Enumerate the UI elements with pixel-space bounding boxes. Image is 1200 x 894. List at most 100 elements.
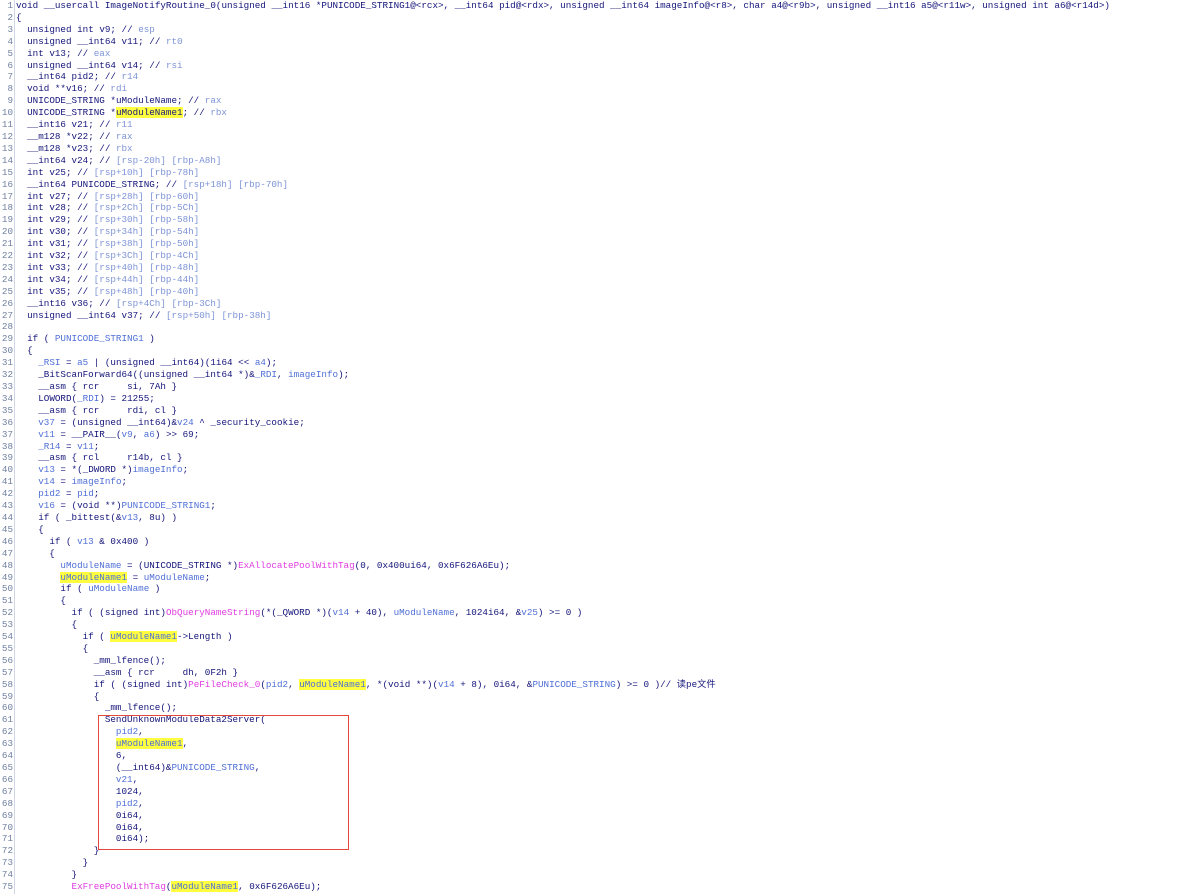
code-line[interactable]: 8 void **v16; // rdi [0, 83, 1200, 95]
code-text[interactable]: v14 = imageInfo; [16, 476, 127, 488]
code-line[interactable]: 34 LOWORD(_RDI) = 21255; [0, 393, 1200, 405]
code-text[interactable]: if ( uModuleName ) [16, 583, 160, 595]
code-text[interactable]: unsigned __int64 v11; // rt0 [16, 36, 182, 48]
highlighted-identifier[interactable]: uModuleName1 [115, 738, 183, 750]
code-line[interactable]: 42 pid2 = pid; [0, 488, 1200, 500]
variable-name[interactable]: v11 [77, 441, 94, 452]
code-line[interactable]: 7 __int64 pid2; // r14 [0, 71, 1200, 83]
code-text[interactable]: int v34; // [rsp+44h] [rbp-44h] [16, 274, 199, 286]
variable-name[interactable]: PUNICODE_STRING1 [321, 0, 410, 11]
code-line[interactable]: 60 _mm_lfence(); [0, 702, 1200, 714]
api-function-name[interactable]: ExAllocatePoolWithTag [238, 560, 355, 571]
code-text[interactable]: v37 = (unsigned __int64)&v24 ^ _security… [16, 417, 305, 429]
code-line[interactable]: 28 [0, 321, 1200, 333]
code-text[interactable]: int v29; // [rsp+30h] [rbp-58h] [16, 214, 199, 226]
code-text[interactable]: v16 = (void **)PUNICODE_STRING1; [16, 500, 216, 512]
code-text[interactable]: void **v16; // rdi [16, 83, 127, 95]
code-text[interactable]: pid2, [16, 726, 144, 738]
code-line[interactable]: 61 SendUnknownModuleData2Server( [0, 714, 1200, 726]
api-function-name[interactable]: ExFreePoolWithTag [72, 881, 166, 892]
code-text[interactable]: { [16, 524, 44, 536]
code-text[interactable]: int v27; // [rsp+28h] [rbp-60h] [16, 191, 199, 203]
variable-name[interactable]: uModuleName [394, 607, 455, 618]
variable-name[interactable]: v14 [438, 679, 455, 690]
variable-name[interactable]: pid2 [116, 798, 138, 809]
highlighted-identifier[interactable]: uModuleName1 [171, 881, 239, 893]
code-text[interactable]: 0i64, [16, 822, 144, 834]
code-text[interactable]: if ( v13 & 0x400 ) [16, 536, 149, 548]
code-line[interactable]: 57 __asm { rcr dh, 0F2h } [0, 667, 1200, 679]
variable-name[interactable]: a6 [144, 429, 155, 440]
code-text[interactable]: _mm_lfence(); [16, 655, 166, 667]
code-text[interactable]: v13 = *(_DWORD *)imageInfo; [16, 464, 188, 476]
code-text[interactable]: __asm { rcr rdi, cl } [16, 405, 177, 417]
variable-name[interactable]: uModuleName [88, 583, 149, 594]
code-line[interactable]: 38 _R14 = v11; [0, 441, 1200, 453]
code-line[interactable]: 62 pid2, [0, 726, 1200, 738]
variable-name[interactable]: v14 [333, 607, 350, 618]
code-line[interactable]: 73 } [0, 857, 1200, 869]
code-line[interactable]: 24 int v34; // [rsp+44h] [rbp-44h] [0, 274, 1200, 286]
variable-name[interactable]: v29 [49, 214, 66, 225]
code-text[interactable]: v11 = __PAIR__(v9, a6) >> 69; [16, 429, 199, 441]
code-text[interactable]: __asm { rcl r14b, cl } [16, 452, 182, 464]
code-line[interactable]: 27 unsigned __int64 v37; // [rsp+50h] [r… [0, 310, 1200, 322]
variable-name[interactable]: a4 [255, 357, 266, 368]
variable-name[interactable]: v14 [122, 60, 139, 71]
code-text[interactable]: uModuleName = (UNICODE_STRING *)ExAlloca… [16, 560, 510, 572]
variable-name[interactable]: v37 [38, 417, 55, 428]
code-text[interactable]: { [16, 691, 100, 703]
variable-name[interactable]: a6 [1054, 0, 1065, 11]
variable-name[interactable]: v24 [177, 417, 194, 428]
code-line[interactable]: 52 if ( (signed int) ObQueryNameString(*(… [0, 607, 1200, 619]
code-line[interactable]: 29 if ( PUNICODE_STRING1 ) [0, 333, 1200, 345]
code-line[interactable]: 66 v21, [0, 774, 1200, 786]
code-line[interactable]: 4 unsigned __int64 v11; // rt0 [0, 36, 1200, 48]
code-line[interactable]: 72 } [0, 845, 1200, 857]
variable-name[interactable]: v36 [72, 298, 89, 309]
variable-name[interactable]: v13 [77, 536, 94, 547]
variable-name[interactable]: PUNICODE_STRING [72, 179, 155, 190]
code-line[interactable]: 41 v14 = imageInfo; [0, 476, 1200, 488]
code-text[interactable]: } [16, 857, 89, 869]
code-line[interactable]: 26 __int16 v36; // [rsp+4Ch] [rbp-3Ch] [0, 298, 1200, 310]
code-line[interactable]: 6 unsigned __int64 v14; // rsi [0, 60, 1200, 72]
code-line[interactable]: 74 } [0, 869, 1200, 881]
variable-name[interactable]: v16 [38, 500, 55, 511]
variable-name[interactable]: v21 [72, 119, 89, 130]
variable-name[interactable]: pid [77, 488, 94, 499]
code-text[interactable]: __int64 v24; // [rsp-20h] [rbp-A8h] [16, 155, 221, 167]
variable-name[interactable]: v35 [49, 286, 66, 297]
code-text[interactable]: unsigned __int64 v37; // [rsp+50h] [rbp-… [16, 310, 271, 322]
code-line[interactable]: 64 6, [0, 750, 1200, 762]
code-line[interactable]: 58 if ( (signed int)PeFileCheck_0(pid2, … [0, 678, 1200, 691]
variable-name[interactable]: _RSI [38, 357, 60, 368]
variable-name[interactable]: v37 [122, 310, 139, 321]
code-text[interactable]: int v30; // [rsp+34h] [rbp-54h] [16, 226, 199, 238]
function-name[interactable]: SendUnknownModuleData2Server [105, 714, 260, 725]
code-text[interactable]: UNICODE_STRING *uModuleName; // rax [16, 95, 221, 107]
code-line[interactable]: 2{ [0, 12, 1200, 24]
code-text[interactable]: __int64 PUNICODE_STRING; // [rsp+18h] [r… [16, 179, 288, 191]
code-text[interactable]: { [16, 619, 78, 631]
variable-name[interactable]: v23 [72, 143, 89, 154]
code-text[interactable]: _RSI = a5 | (unsigned __int64)(1i64 << a… [16, 357, 277, 369]
code-text[interactable]: if ( _bittest(&v13, 8u) ) [16, 512, 177, 524]
variable-name[interactable]: v27 [49, 191, 66, 202]
code-line[interactable]: 10 UNICODE_STRING *uModuleName1; // rbx [0, 107, 1200, 119]
code-text[interactable]: 0i64, [16, 810, 144, 822]
variable-name[interactable]: v16 [66, 83, 83, 94]
variable-name[interactable]: PUNICODE_STRING [171, 762, 254, 773]
code-text[interactable]: unsigned __int64 v14; // rsi [16, 60, 182, 72]
code-text[interactable]: int v13; // eax [16, 48, 110, 60]
code-text[interactable]: int v32; // [rsp+3Ch] [rbp-4Ch] [16, 250, 199, 262]
code-text[interactable]: } [16, 869, 78, 881]
code-line[interactable]: 5 int v13; // eax [0, 48, 1200, 60]
code-text[interactable]: LOWORD(_RDI) = 21255; [16, 393, 155, 405]
code-text[interactable]: pid2, [16, 798, 144, 810]
highlighted-identifier[interactable]: uModuleName1 [110, 631, 178, 643]
code-line[interactable]: 46 if ( v13 & 0x400 ) [0, 536, 1200, 548]
variable-name[interactable]: uModuleName [116, 95, 177, 106]
code-text[interactable]: ExFreePoolWithTag(uModuleName1, 0x6F626A… [16, 881, 321, 893]
variable-name[interactable]: _R14 [38, 441, 60, 452]
